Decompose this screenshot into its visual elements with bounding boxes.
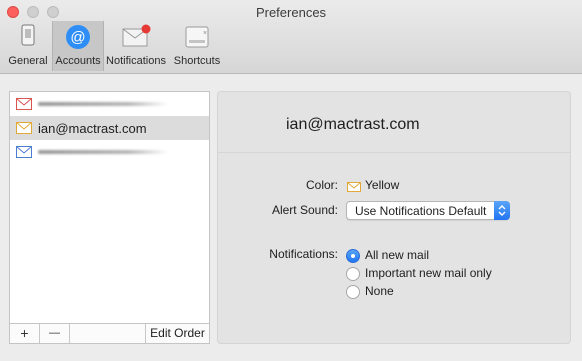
- svg-text:@: @: [70, 29, 85, 46]
- radio-none-label[interactable]: None: [365, 284, 394, 298]
- accounts-pane: ian@mactrast.com + — Edit Order ian@mact…: [0, 74, 582, 361]
- list-controls: + — Edit Order: [9, 323, 210, 344]
- envelope-color-icon: [347, 181, 361, 195]
- account-detail-panel: ian@mactrast.com Color: Yellow Alert Sou…: [217, 91, 571, 344]
- color-value[interactable]: Yellow: [365, 178, 399, 192]
- alert-sound-label: Alert Sound:: [271, 203, 338, 217]
- accounts-list[interactable]: ian@mactrast.com: [9, 91, 210, 325]
- radio-none[interactable]: [346, 285, 360, 299]
- toolbar-shortcuts-label: Shortcuts: [173, 55, 221, 67]
- radio-important-mail-label[interactable]: Important new mail only: [365, 266, 492, 280]
- account-row-selected[interactable]: ian@mactrast.com: [10, 116, 209, 140]
- envelope-icon: [16, 98, 32, 110]
- preferences-window: Preferences General @ Accounts Notificat…: [0, 0, 582, 361]
- notifications-label: Notifications:: [269, 247, 338, 261]
- radio-all-new-mail[interactable]: [346, 249, 360, 263]
- toolbar-notifications-label: Notifications: [106, 55, 166, 67]
- toolbar-accounts[interactable]: @ Accounts: [52, 21, 104, 71]
- title-toolbar: Preferences General @ Accounts Notificat…: [0, 0, 582, 74]
- toolbar-shortcuts[interactable]: × Shortcuts: [171, 21, 223, 71]
- envelope-badge-icon: [120, 23, 152, 52]
- remove-account-button[interactable]: —: [40, 324, 70, 343]
- redacted-account-name: [38, 102, 168, 106]
- window-title: Preferences: [255, 5, 327, 20]
- chevron-updown-icon: [494, 201, 510, 220]
- account-email: ian@mactrast.com: [286, 116, 420, 133]
- radio-all-new-mail-label[interactable]: All new mail: [365, 248, 429, 262]
- account-row-redacted-2[interactable]: [10, 140, 209, 164]
- detail-header: ian@mactrast.com: [218, 92, 570, 153]
- alert-sound-value: Use Notifications Default: [355, 204, 487, 218]
- phone-icon: [18, 23, 38, 50]
- svg-text:×: ×: [203, 30, 207, 37]
- account-name: ian@mactrast.com: [38, 121, 147, 136]
- toolbar-notifications[interactable]: Notifications: [103, 21, 169, 71]
- account-row-redacted-1[interactable]: [10, 92, 209, 116]
- add-account-button[interactable]: +: [10, 324, 40, 343]
- edit-order-button[interactable]: Edit Order: [145, 324, 209, 343]
- alert-sound-select[interactable]: Use Notifications Default: [346, 201, 510, 220]
- toolbar-accounts-label: Accounts: [55, 55, 101, 67]
- redacted-account-name: [38, 150, 168, 154]
- keyboard-icon: ×: [183, 23, 211, 52]
- color-label: Color:: [305, 178, 338, 192]
- envelope-icon: [16, 146, 32, 158]
- at-sign-icon: @: [64, 23, 92, 54]
- toolbar-general[interactable]: General: [6, 21, 50, 71]
- radio-important-mail[interactable]: [346, 267, 360, 281]
- envelope-icon: [16, 122, 32, 134]
- toolbar-general-label: General: [8, 55, 48, 67]
